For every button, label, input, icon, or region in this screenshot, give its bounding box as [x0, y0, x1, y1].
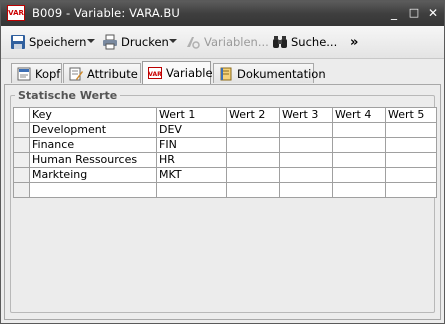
- table-cell[interactable]: Markteing: [29, 167, 157, 183]
- table-cell[interactable]: [385, 122, 437, 138]
- table-cell[interactable]: [279, 152, 333, 168]
- column-header[interactable]: Wert 4: [332, 107, 386, 123]
- column-header[interactable]: Key: [29, 107, 157, 123]
- toolbar: Speichern Drucken Variablen... Suche...: [1, 26, 444, 59]
- table-cell[interactable]: [332, 167, 386, 183]
- print-dropdown-arrow[interactable]: [169, 39, 177, 43]
- save-icon: [10, 34, 26, 50]
- row-header[interactable]: [13, 122, 30, 138]
- table-cell[interactable]: [226, 167, 280, 183]
- print-label: Drucken: [121, 35, 169, 49]
- table-cell[interactable]: [332, 137, 386, 153]
- window-title: B009 - Variable: VARA.BU: [32, 6, 180, 20]
- table-cell[interactable]: FIN: [156, 137, 227, 153]
- table-cell[interactable]: [332, 182, 386, 198]
- save-dropdown-arrow[interactable]: [87, 39, 95, 43]
- table-cell[interactable]: [29, 182, 157, 198]
- print-button[interactable]: Drucken: [102, 32, 169, 52]
- column-header[interactable]: Wert 5: [385, 107, 437, 123]
- variable-icon: VAR: [148, 66, 162, 80]
- attributes-icon: [69, 67, 83, 81]
- column-header[interactable]: Wert 3: [279, 107, 333, 123]
- printer-icon: [102, 34, 118, 50]
- search-label: Suche...: [291, 35, 338, 49]
- tab-attribute-label: Attribute: [87, 66, 138, 81]
- table-cell[interactable]: [279, 122, 333, 138]
- var-app-icon: VAR: [7, 5, 25, 21]
- table-cell[interactable]: MKT: [156, 167, 227, 183]
- table-cell[interactable]: [332, 122, 386, 138]
- search-button[interactable]: Suche...: [272, 32, 337, 52]
- table-cell[interactable]: Finance: [29, 137, 157, 153]
- documentation-icon: [219, 67, 233, 81]
- tab-dokumentation-label: Dokumentation: [237, 66, 326, 81]
- table-cell[interactable]: [279, 182, 333, 198]
- table-cell[interactable]: HR: [156, 152, 227, 168]
- tab-variable[interactable]: VAR Variable: [142, 61, 213, 84]
- table-cell[interactable]: Human Ressources: [29, 152, 157, 168]
- corner-cell: [13, 107, 30, 123]
- close-button[interactable]: ✕: [426, 6, 440, 20]
- table-cell[interactable]: DEV: [156, 122, 227, 138]
- tab-kopf[interactable]: Kopf: [11, 63, 62, 83]
- table-cell[interactable]: [332, 152, 386, 168]
- table-row[interactable]: Human Ressources HR: [13, 152, 437, 168]
- variables-button[interactable]: Variablen...: [185, 32, 269, 52]
- table-cell[interactable]: [385, 182, 437, 198]
- minimize-button[interactable]: _: [387, 6, 401, 20]
- table-cell[interactable]: [385, 167, 437, 183]
- table-cell[interactable]: [385, 137, 437, 153]
- more-toolbar-button[interactable]: »: [350, 32, 358, 52]
- tab-kopf-label: Kopf: [35, 66, 61, 81]
- tab-dokumentation[interactable]: Dokumentation: [213, 63, 326, 83]
- svg-text:VAR: VAR: [148, 71, 162, 78]
- binoculars-icon: [272, 34, 288, 50]
- table-cell[interactable]: Development: [29, 122, 157, 138]
- table-cell[interactable]: [226, 137, 280, 153]
- maximize-button[interactable]: □: [407, 6, 421, 20]
- table-cell[interactable]: [156, 182, 227, 198]
- table-row[interactable]: [13, 182, 437, 198]
- row-header[interactable]: [13, 182, 30, 198]
- table-cell[interactable]: [385, 152, 437, 168]
- table-row[interactable]: Markteing MKT: [13, 167, 437, 183]
- header-icon: [17, 67, 31, 81]
- column-header[interactable]: Wert 2: [226, 107, 280, 123]
- table-cell[interactable]: [279, 167, 333, 183]
- row-header[interactable]: [13, 137, 30, 153]
- section-title: Statische Werte: [15, 89, 121, 102]
- application-window: VAR B009 - Variable: VARA.BU _ □ ✕ Speic…: [0, 0, 445, 324]
- table-cell[interactable]: [226, 122, 280, 138]
- table-header-row: Key Wert 1 Wert 2 Wert 3 Wert 4 Wert 5: [13, 107, 437, 123]
- more-toolbar-label: »: [350, 34, 359, 50]
- table-row[interactable]: Development DEV: [13, 122, 437, 138]
- table-row[interactable]: Finance FIN: [13, 137, 437, 153]
- row-header[interactable]: [13, 167, 30, 183]
- title-bar[interactable]: VAR B009 - Variable: VARA.BU _ □ ✕: [1, 1, 444, 26]
- table-cell[interactable]: [226, 182, 280, 198]
- save-label: Speichern: [29, 35, 87, 49]
- tab-variable-label: Variable: [166, 66, 213, 80]
- column-header[interactable]: Wert 1: [156, 107, 227, 123]
- tab-attribute[interactable]: Attribute: [63, 63, 141, 83]
- table-cell[interactable]: [279, 137, 333, 153]
- table-cell[interactable]: [226, 152, 280, 168]
- row-header[interactable]: [13, 152, 30, 168]
- variables-label: Variablen...: [204, 35, 269, 49]
- static-values-table: Key Wert 1 Wert 2 Wert 3 Wert 4 Wert 5 D…: [13, 107, 437, 198]
- save-button[interactable]: Speichern: [10, 32, 86, 52]
- variables-icon: [185, 34, 201, 50]
